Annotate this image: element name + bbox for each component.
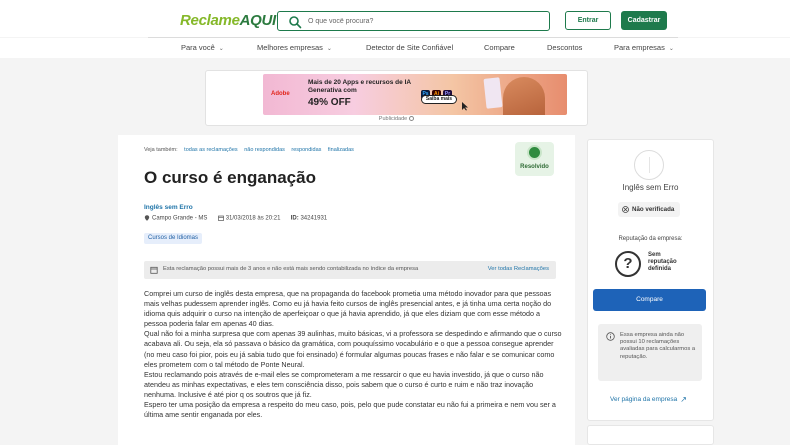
logo-part-aqui: AQUI [239, 12, 277, 29]
sidebar-next-card [587, 425, 714, 445]
ad-headline: Mais de 20 Apps e recursos de IA Generat… [308, 79, 411, 94]
complaint-id: 34241931 [300, 215, 328, 222]
complaint-title: O curso é enganação [144, 168, 316, 187]
complaint-meta: Campo Grande - MS 31/03/2018 às 20:21 ID… [144, 215, 327, 222]
see-also-label: Veja também: [144, 147, 178, 153]
complaint-paragraph: Estou reclamando pois através de e-mail … [144, 369, 544, 399]
resolved-seal-icon [527, 145, 542, 160]
top-header: ReclameAQUI Entrar Cadastrar [0, 0, 790, 37]
complaint-body: Comprei um curso de inglês desta empresa… [144, 289, 562, 420]
search-bar[interactable] [277, 11, 550, 31]
calendar-icon [150, 266, 158, 274]
resolved-badge: Resolvido [515, 142, 554, 176]
ad-offer: 49% OFF [308, 97, 351, 108]
nav-item-descontos[interactable]: Descontos [547, 43, 582, 52]
see-also-bar: Veja também: todas as reclamações não re… [144, 147, 354, 153]
complaint-paragraph: Qual não foi a minha surpresa que com ap… [144, 329, 562, 369]
nav-item-label: Melhores empresas [257, 43, 323, 52]
ad-banner[interactable]: Adobe Mais de 20 Apps e recursos de IA G… [263, 74, 567, 115]
unverified-icon [622, 206, 629, 213]
main-nav: Para você ⌄ Melhores empresas ⌄ Detector d… [0, 38, 790, 58]
link-finalized[interactable]: finalizadas [328, 147, 354, 153]
complaint-id-label: ID: [290, 215, 299, 222]
company-link[interactable]: Inglês sem Erro [144, 204, 193, 211]
calendar-icon [217, 215, 224, 221]
link-answered[interactable]: respondidas [291, 147, 321, 153]
chevron-down-icon: ⌄ [668, 46, 674, 52]
compare-button[interactable]: Compare [593, 289, 706, 311]
nav-item-label: Descontos [547, 43, 583, 52]
nav-item-label: Para empresas [614, 43, 665, 52]
verification-status: Não verificada [632, 206, 675, 213]
nav-item-label: Detector de Site Confiável [366, 43, 454, 52]
reclame-aqui-logo[interactable]: ReclameAQUI [180, 12, 276, 29]
link-all-complaints[interactable]: todas as reclamações [184, 147, 238, 153]
old-complaint-notice: Esta reclamação possui mais de 3 anos e … [144, 261, 556, 279]
link-unanswered[interactable]: não respondidas [244, 147, 285, 153]
reputation-info-box: Essa empresa ainda não possui 10 reclama… [598, 324, 702, 381]
company-page-link[interactable]: Ver página da empresa ↗ [610, 395, 687, 404]
login-button[interactable]: Entrar [565, 11, 611, 30]
question-mark-icon: ? [615, 251, 641, 277]
complaint-paragraph: Espero ter uma posição da empresa a resp… [144, 400, 556, 420]
search-input[interactable] [308, 14, 538, 28]
ad-label-text: Publicidade [378, 116, 408, 122]
nav-item-detector[interactable]: Detector de Site Confiável [366, 43, 453, 52]
nav-item-para-voce[interactable]: Para você ⌄ [181, 43, 224, 52]
company-page-link-label: Ver página da empresa [610, 396, 678, 403]
notice-text: Esta reclamação possui mais de 3 anos e … [163, 266, 419, 272]
resolved-badge-label: Resolvido [520, 164, 549, 170]
ad-label: Publicidade [0, 116, 790, 122]
category-tag[interactable]: Cursos de Idiomas [144, 233, 203, 244]
info-icon [606, 332, 615, 341]
search-icon [289, 16, 302, 29]
sidebar-company-name[interactable]: Inglês sem Erro [587, 183, 714, 192]
chevron-down-icon: ⌄ [326, 46, 332, 52]
reputation-info-text: Essa empresa ainda não possui 10 reclama… [620, 332, 696, 360]
see-all-complaints-link[interactable]: Ver todas Reclamações [488, 266, 549, 272]
nav-item-label: Compare [484, 43, 515, 52]
reputation-value: Sem reputação definida [648, 252, 677, 272]
ad-poster-image [483, 77, 503, 109]
signup-button[interactable]: Cadastrar [621, 11, 667, 30]
nav-item-label: Para você [181, 43, 215, 52]
ad-person-image [503, 77, 545, 115]
verification-badge: Não verificada [618, 202, 680, 217]
reputation-label: Reputação da empresa: [618, 236, 683, 242]
info-icon[interactable] [409, 116, 415, 122]
location-pin-icon [144, 215, 150, 221]
company-avatar[interactable] [634, 150, 664, 180]
nav-item-compare[interactable]: Compare [484, 43, 515, 52]
nav-item-para-empresas[interactable]: Para empresas ⌄ [614, 43, 674, 52]
nav-item-melhores-empresas[interactable]: Melhores empresas ⌄ [257, 43, 332, 52]
complaint-location: Campo Grande - MS [152, 215, 208, 222]
external-arrow-icon: ↗ [680, 395, 687, 404]
ad-cta-button[interactable]: Saiba mais [421, 95, 457, 104]
adobe-logo: Adobe [271, 91, 290, 97]
complaint-paragraph: Comprei um curso de inglês desta empresa… [144, 289, 552, 329]
chevron-down-icon: ⌄ [218, 46, 224, 52]
logo-part-reclame: Reclame [180, 12, 240, 29]
cursor-arrow-icon [462, 102, 468, 111]
complaint-datetime: 31/03/2018 às 20:21 [225, 215, 281, 222]
